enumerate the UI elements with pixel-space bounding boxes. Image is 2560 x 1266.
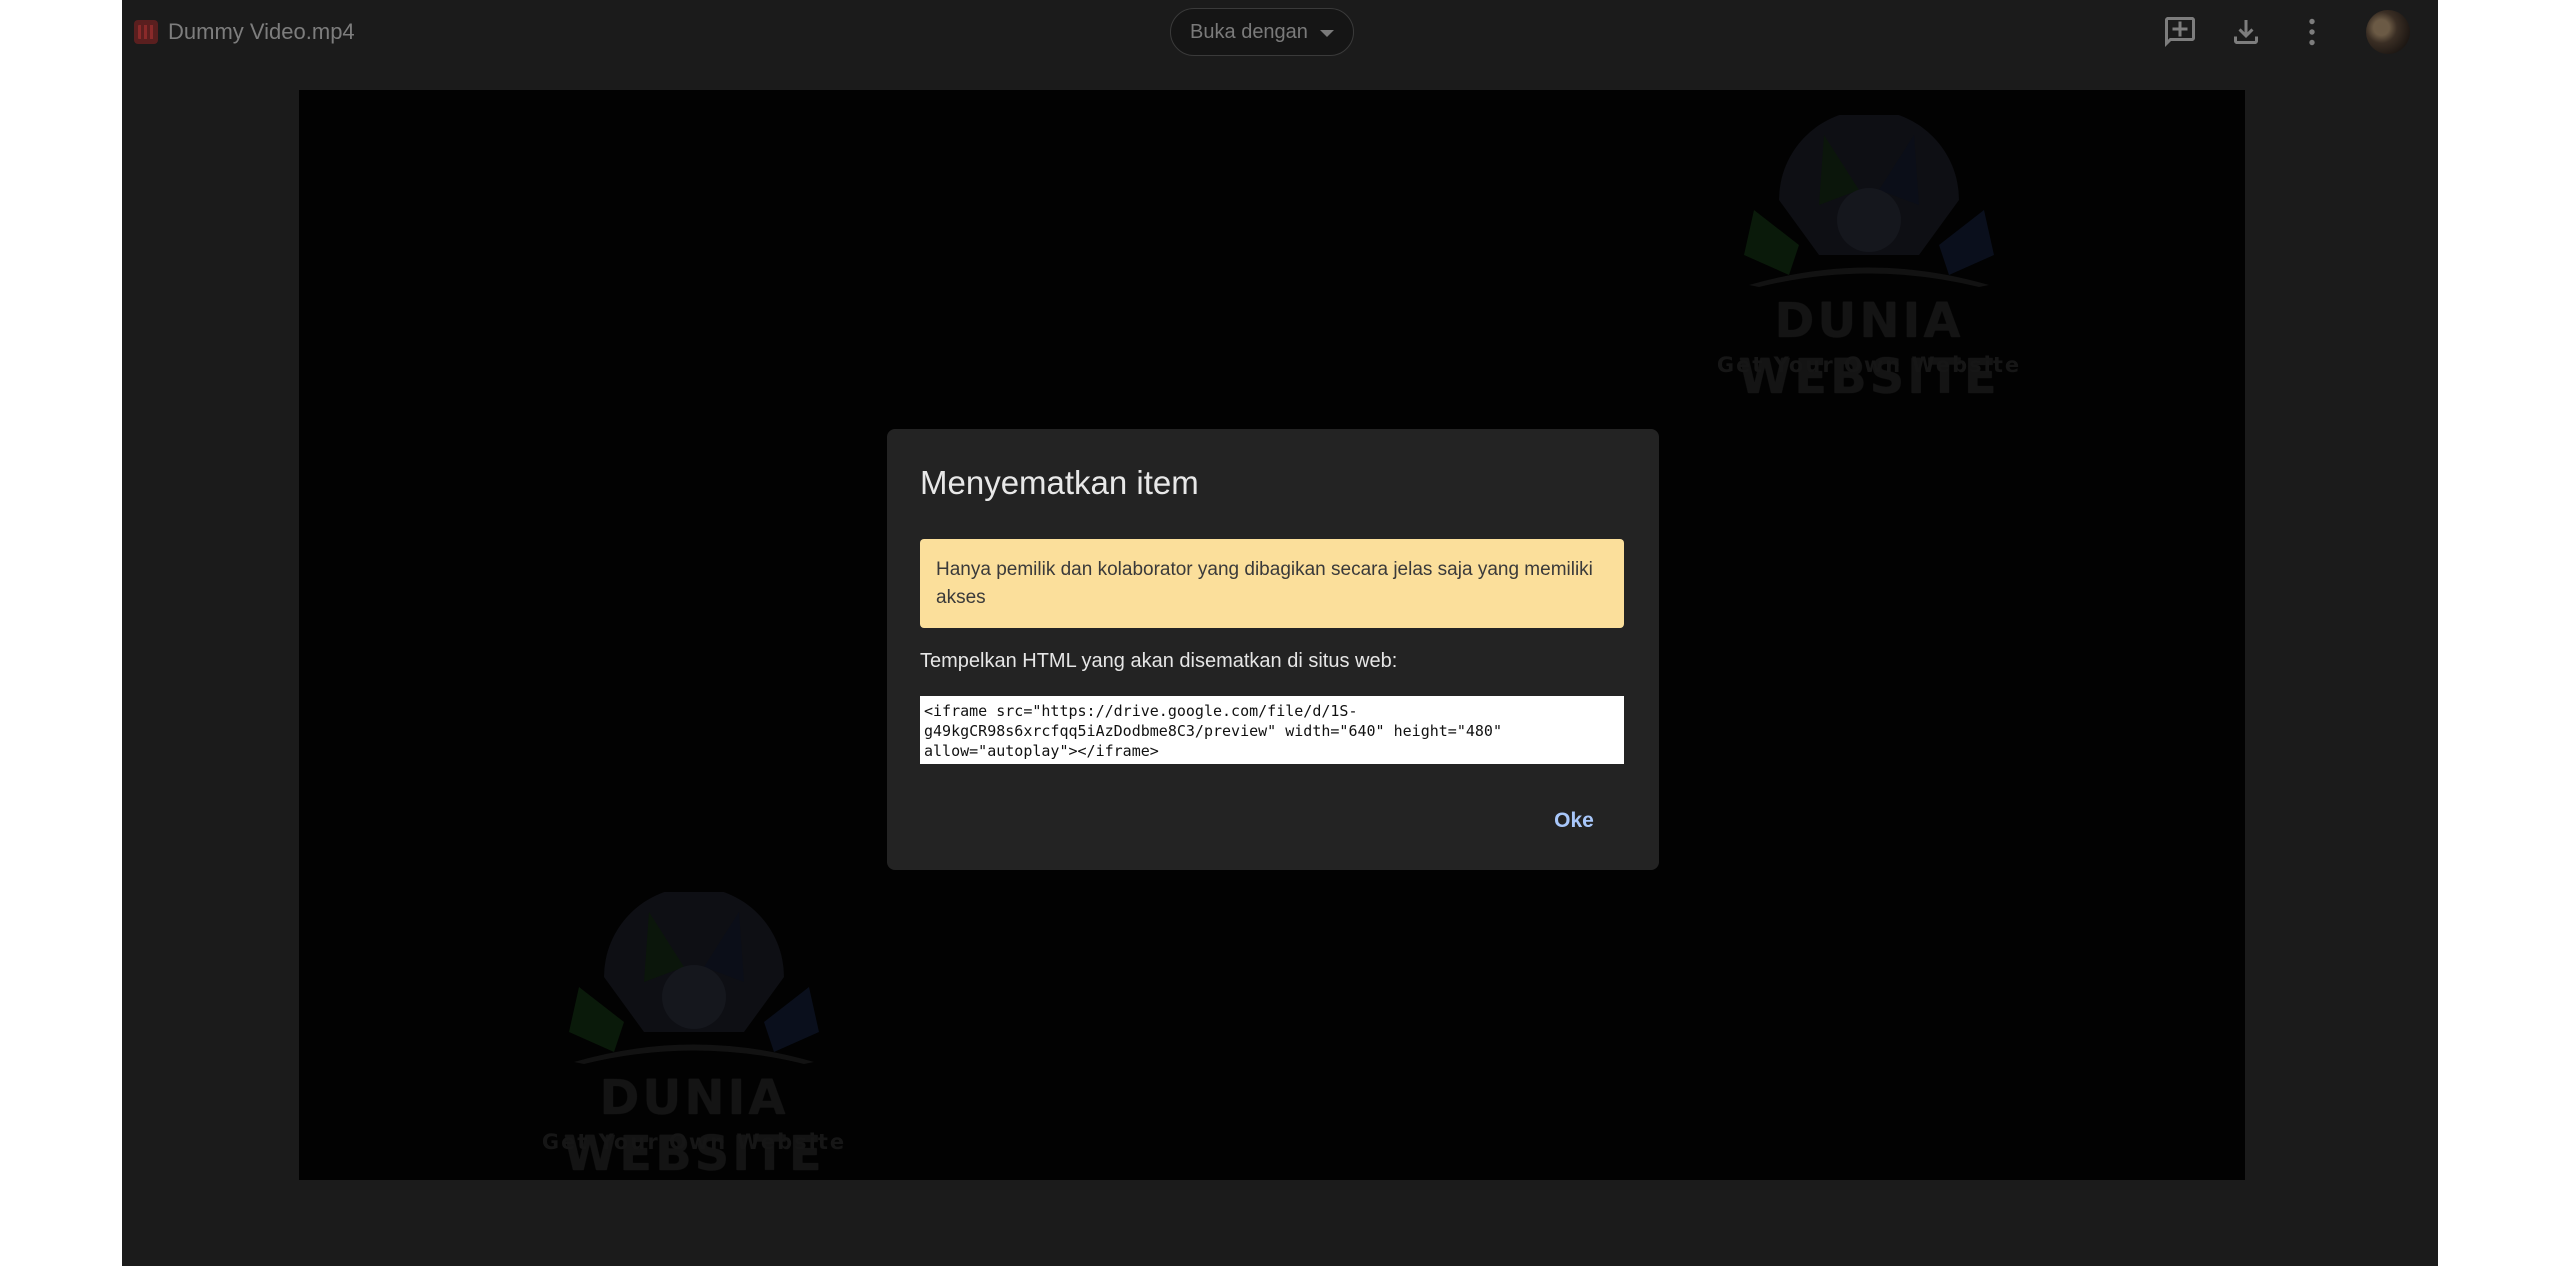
embed-code-field[interactable]: <iframe src="https://drive.google.com/fi… (920, 696, 1624, 764)
watermark-title: DUNIA WEBSITE (1738, 293, 2000, 405)
more-vert-icon[interactable] (2294, 14, 2330, 50)
embed-code-label: Tempelkan HTML yang akan disematkan di s… (920, 650, 1398, 672)
file-name: Dummy Video.mp4 (168, 19, 355, 44)
avatar[interactable] (2366, 10, 2410, 54)
embed-item-dialog: Menyematkan item Hanya pemilik dan kolab… (887, 429, 1659, 870)
chevron-down-icon (1319, 30, 1334, 37)
download-icon[interactable] (2228, 14, 2264, 50)
access-warning-banner: Hanya pemilik dan kolaborator yang dibag… (920, 539, 1624, 628)
viewer-top-bar: Dummy Video.mp4 Buka dengan (122, 0, 2438, 64)
watermark-subtitle: Get Your Own Website (541, 1130, 847, 1154)
video-file-icon (134, 20, 158, 44)
dialog-title: Menyematkan item (920, 464, 1199, 501)
watermark-subtitle: Get Your Own Website (1716, 353, 2022, 377)
watermark-title: DUNIA WEBSITE (563, 1070, 825, 1182)
watermark-logo: DUNIA WEBSITE Get Your Own Website (484, 892, 904, 1182)
access-warning-text: Hanya pemilik dan kolaborator yang dibag… (936, 559, 1593, 608)
ok-button[interactable]: Oke (1524, 801, 1624, 841)
open-with-button[interactable]: Buka dengan (1170, 8, 1354, 56)
open-with-label: Buka dengan (1190, 20, 1308, 43)
watermark-logo: DUNIA WEBSITE Get Your Own Website (1659, 115, 2079, 405)
add-comment-icon[interactable] (2162, 14, 2198, 50)
